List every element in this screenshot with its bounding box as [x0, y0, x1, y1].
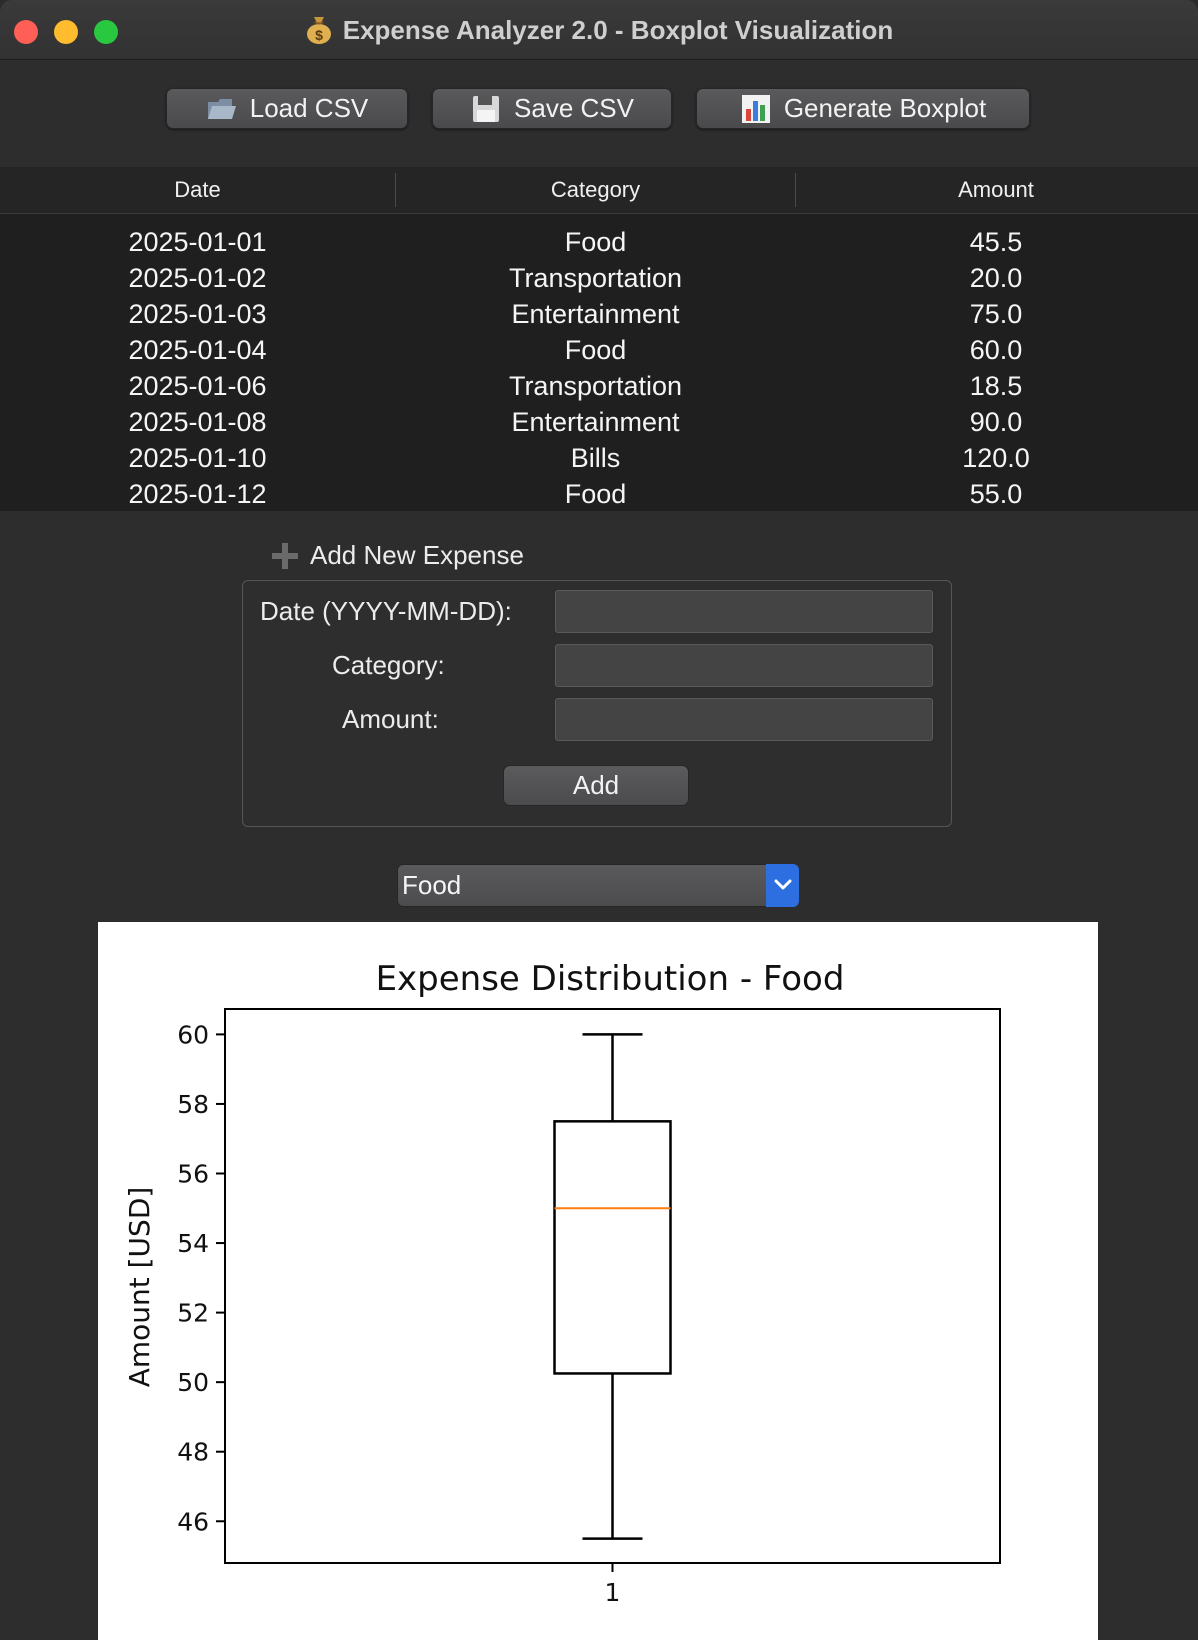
table-row[interactable]: 2025-01-04 Food 60.0 [0, 332, 1198, 368]
add-expense-title-text: Add New Expense [310, 540, 524, 570]
window-title: $ Expense Analyzer 2.0 - Boxplot Visuali… [0, 14, 1198, 46]
cell-amount: 55.0 [969, 479, 1023, 509]
category-select[interactable]: Food [397, 864, 799, 907]
cell-date: 2025-01-01 [128, 227, 267, 257]
cell-date: 2025-01-06 [128, 371, 267, 401]
load-csv-button[interactable]: Load CSV [166, 88, 408, 129]
y-tick-label: 52 [177, 1299, 209, 1328]
category-select-value: Food [402, 870, 462, 900]
amount-input[interactable] [555, 698, 933, 741]
generate-boxplot-button[interactable]: Generate Boxplot [696, 88, 1030, 129]
x-tick-label: 1 [605, 1578, 621, 1607]
load-csv-label: Load CSV [249, 93, 369, 123]
generate-boxplot-label: Generate Boxplot [783, 93, 987, 123]
column-header-date[interactable]: Date [0, 177, 395, 203]
cell-date: 2025-01-12 [128, 479, 267, 509]
table-row[interactable]: 2025-01-06 Transportation 18.5 [0, 368, 1198, 404]
expense-table: Date Category Amount 2025-01-01 Food 45.… [0, 167, 1198, 511]
cell-category: Entertainment [511, 299, 680, 329]
floppy-disk-icon [470, 93, 502, 125]
cell-category: Food [564, 479, 627, 509]
y-tick-label: 54 [177, 1229, 209, 1258]
table-row[interactable]: 2025-01-10 Bills 120.0 [0, 440, 1198, 476]
folder-icon [206, 93, 238, 125]
chart-title: Expense Distribution - Food [376, 959, 845, 999]
add-expense-section-title: Add New Expense [272, 540, 524, 571]
cell-date: 2025-01-04 [128, 335, 267, 365]
window-title-text: Expense Analyzer 2.0 - Boxplot Visualiza… [342, 15, 894, 45]
y-tick-label: 58 [177, 1090, 209, 1119]
plus-icon [272, 542, 298, 569]
boxplot-svg: Expense Distribution - Food Amount [USD]… [123, 959, 1001, 1607]
column-header-category[interactable]: Category [396, 177, 795, 203]
cell-amount: 75.0 [969, 299, 1023, 329]
cell-category: Bills [570, 443, 621, 473]
amount-label: Amount: [342, 704, 439, 734]
cell-category: Transportation [508, 263, 683, 293]
cell-amount: 45.5 [969, 227, 1023, 257]
boxplot-chart: Expense Distribution - Food Amount [USD]… [98, 922, 1098, 1640]
y-tick-label: 56 [177, 1159, 209, 1188]
cell-date: 2025-01-02 [128, 263, 267, 293]
category-label: Category: [332, 650, 445, 680]
cell-amount: 90.0 [969, 407, 1023, 437]
app-window: $ Expense Analyzer 2.0 - Boxplot Visuali… [0, 0, 1198, 1640]
y-tick-label: 50 [177, 1368, 209, 1397]
y-tick-label: 48 [177, 1438, 209, 1467]
svg-text:$: $ [315, 27, 323, 43]
cell-amount: 120.0 [962, 443, 1030, 473]
cell-date: 2025-01-10 [128, 443, 267, 473]
chevron-down-icon[interactable] [766, 864, 799, 907]
column-header-amount[interactable]: Amount [796, 177, 1196, 203]
cell-amount: 20.0 [969, 263, 1023, 293]
date-label: Date (YYYY-MM-DD): [260, 596, 512, 626]
cell-category: Entertainment [511, 407, 680, 437]
cell-amount: 18.5 [969, 371, 1023, 401]
category-input[interactable] [555, 644, 933, 687]
bar-chart-icon [740, 93, 772, 125]
save-csv-button[interactable]: Save CSV [432, 88, 672, 129]
y-tick-label: 60 [177, 1020, 209, 1049]
cell-category: Food [564, 335, 627, 365]
save-csv-label: Save CSV [514, 93, 634, 123]
cell-amount: 60.0 [969, 335, 1023, 365]
cell-category: Food [564, 227, 627, 257]
cell-category: Transportation [508, 371, 683, 401]
title-bar: $ Expense Analyzer 2.0 - Boxplot Visuali… [0, 0, 1198, 60]
box-iqr [553, 1120, 672, 1375]
y-axis-label: Amount [USD] [123, 1187, 156, 1388]
table-row[interactable]: 2025-01-02 Transportation 20.0 [0, 260, 1198, 296]
money-bag-icon: $ [305, 14, 333, 44]
cell-date: 2025-01-08 [128, 407, 267, 437]
y-tick-label: 46 [177, 1507, 209, 1536]
table-row[interactable]: 2025-01-12 Food 55.0 [0, 476, 1198, 512]
table-row[interactable]: 2025-01-03 Entertainment 75.0 [0, 296, 1198, 332]
cell-date: 2025-01-03 [128, 299, 267, 329]
add-button[interactable]: Add [503, 765, 689, 806]
table-row[interactable]: 2025-01-08 Entertainment 90.0 [0, 404, 1198, 440]
table-row[interactable]: 2025-01-01 Food 45.5 [0, 224, 1198, 260]
table-header: Date Category Amount [0, 167, 1198, 214]
date-input[interactable] [555, 590, 933, 633]
